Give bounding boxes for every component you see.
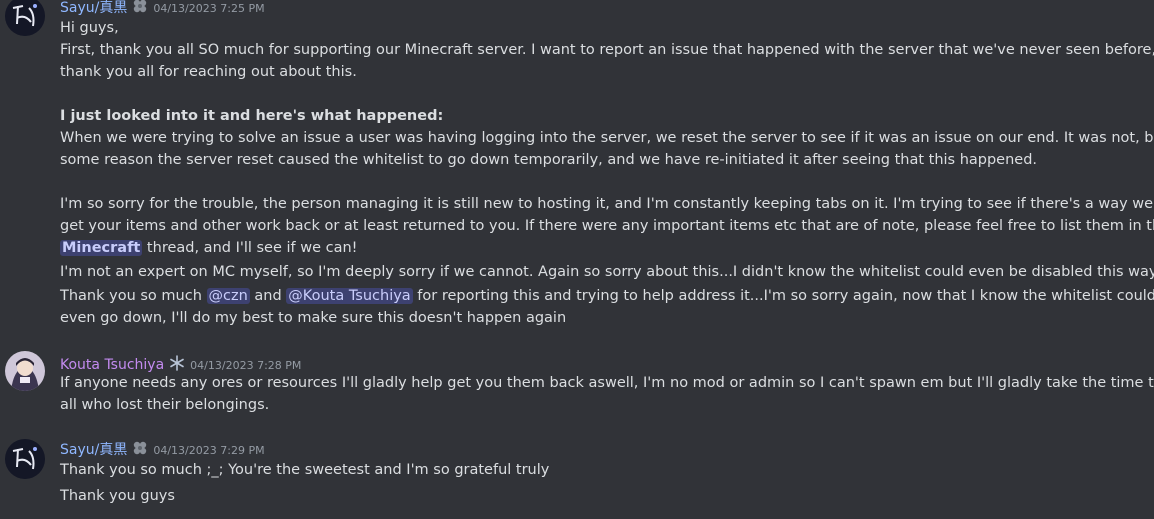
message-line: First, thank you all SO much for support… <box>60 42 1154 58</box>
channel-mention-minecraft[interactable]: Minecraft <box>60 240 143 256</box>
timestamp[interactable]: 04/13/2023 7:25 PM <box>153 2 264 15</box>
avatar[interactable] <box>5 0 45 36</box>
message-line: Thank you so much ;_; You're the sweetes… <box>60 462 550 478</box>
message-line: When we were trying to solve an issue a … <box>60 130 1154 146</box>
message-line-bold: I just looked into it and here's what ha… <box>60 108 444 124</box>
message-header: Sayu/真黒 04/13/2023 7:29 PM <box>60 438 265 459</box>
message-line: I'm so sorry for the trouble, the person… <box>60 196 1154 212</box>
message-header: Sayu/真黒 04/13/2023 7:25 PM <box>60 0 265 17</box>
message-text: and <box>249 288 287 304</box>
message-text: I'm not an expert on MC myself, so I'm d… <box>60 264 1154 280</box>
avatar[interactable] <box>5 439 45 479</box>
message-line: some reason the server reset caused the … <box>60 152 1038 168</box>
timestamp[interactable]: 04/13/2023 7:28 PM <box>190 359 301 372</box>
message-text: get your items and other work back or at… <box>60 218 1154 234</box>
message-line: thank you all for reaching out about thi… <box>60 64 357 80</box>
message-line: even go down, I'll do my best to make su… <box>60 310 567 326</box>
message-text: for reporting this and trying to help ad… <box>412 288 1154 304</box>
username[interactable]: Kouta Tsuchiya <box>60 357 164 373</box>
avatar[interactable] <box>5 351 45 391</box>
user-mention-kouta[interactable]: @Kouta Tsuchiya <box>286 288 413 304</box>
message-line: If anyone needs any ores or resources I'… <box>60 375 1154 391</box>
message-line: Hi guys, <box>60 20 119 36</box>
user-mention-czn[interactable]: @czn <box>206 288 250 304</box>
message-line: Minecraft thread, and I'll see if we can… <box>60 237 358 259</box>
message-line: Thank you guys <box>60 488 175 504</box>
message-text: thread, and I'll see if we can! <box>142 240 358 256</box>
username[interactable]: Sayu/真黒 <box>60 0 127 17</box>
message-text: Thank you so much <box>60 288 207 304</box>
username[interactable]: Sayu/真黒 <box>60 439 127 459</box>
clover-badge-icon[interactable] <box>132 0 148 14</box>
timestamp[interactable]: 04/13/2023 7:29 PM <box>153 444 264 457</box>
snowflake-badge-icon[interactable] <box>169 355 185 371</box>
message-line: all who lost their belongings. <box>60 397 270 413</box>
clover-badge-icon[interactable] <box>132 440 148 456</box>
message-header: Kouta Tsuchiya 04/13/2023 7:28 PM <box>60 353 301 373</box>
message-line: I'm not an expert on MC myself, so I'm d… <box>60 259 1154 283</box>
message-line: Thank you so much @czn and @Kouta Tsuchi… <box>60 285 1154 307</box>
message-line: get your items and other work back or at… <box>60 215 1154 237</box>
